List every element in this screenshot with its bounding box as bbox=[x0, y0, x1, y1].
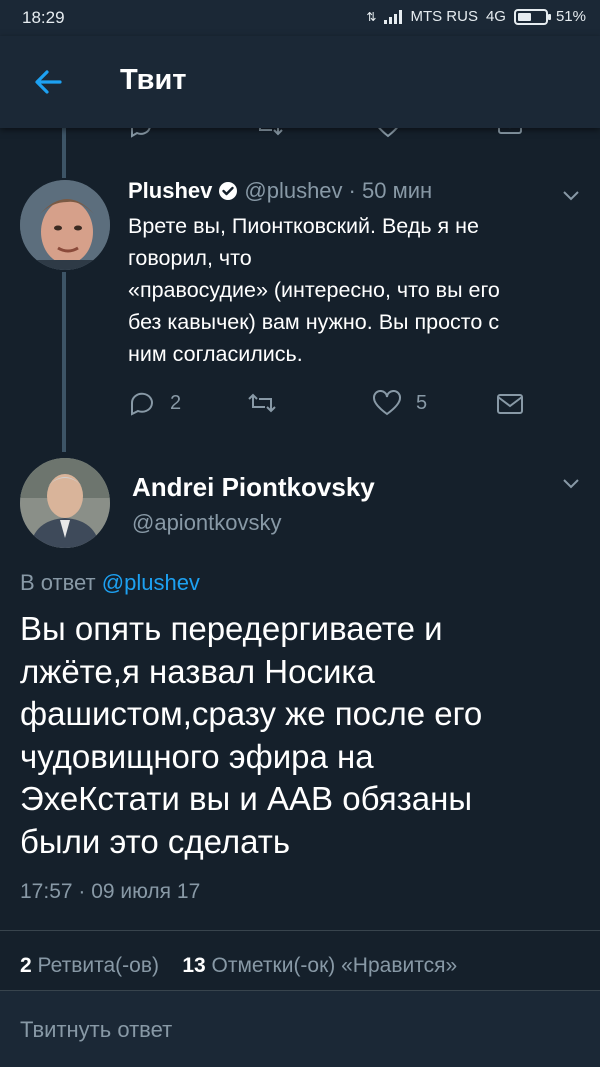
reply-prefix: В ответ bbox=[20, 570, 96, 595]
network-label: 4G bbox=[485, 8, 506, 25]
chevron-down-icon[interactable] bbox=[560, 184, 582, 206]
reply-input-placeholder[interactable]: Твитнуть ответ bbox=[20, 1017, 172, 1043]
tweet-text-line: ним согласились. bbox=[128, 342, 303, 366]
avatar[interactable] bbox=[20, 458, 110, 548]
author-name[interactable]: Plushev bbox=[128, 178, 212, 204]
tweet-text-line: фашистом,сразу же после его bbox=[20, 695, 483, 732]
thread-line bbox=[62, 272, 66, 452]
tweet-text-line: были это сделать bbox=[20, 822, 291, 860]
battery-icon bbox=[513, 8, 551, 25]
reply-button[interactable]: 2 bbox=[128, 390, 181, 416]
tweet-timestamp: 17:57 · 09 июля 17 bbox=[20, 880, 201, 903]
battery-fill bbox=[517, 12, 531, 21]
tweet-stats: 2 Ретвита(-ов) 13 Отметки(-ок) «Нравится… bbox=[20, 954, 457, 978]
tweet-text-line: Вы опять передергиваете и bbox=[20, 610, 443, 647]
retweet-label: Ретвита(-ов) bbox=[37, 954, 159, 977]
arrow-left-icon[interactable] bbox=[30, 64, 66, 100]
carrier-label: MTS RUS bbox=[410, 8, 478, 25]
direct-message-button[interactable] bbox=[496, 392, 524, 416]
tweet-text-line: Врете вы, Пионтковский. Ведь я не bbox=[128, 214, 479, 238]
divider bbox=[0, 930, 600, 931]
retweets-stat[interactable]: 2 Ретвита(-ов) bbox=[20, 954, 159, 977]
like-count: 5 bbox=[416, 391, 428, 414]
avatar[interactable] bbox=[20, 180, 110, 270]
tweet-text-line: ЭхеКстати вы и ААВ обязаны bbox=[20, 780, 473, 817]
like-label: Отметки(-ок) «Нравится» bbox=[211, 954, 458, 977]
tweet-text-line: «правосудие» (интересно, что вы его bbox=[128, 278, 500, 302]
tweet-text-line: лжёте,я назвал Носика bbox=[20, 652, 375, 690]
retweet-icon bbox=[248, 393, 276, 413]
reply-composer[interactable]: Твитнуть ответ bbox=[0, 990, 600, 1067]
status-indicators: ⇅ MTS RUS 4G 51% bbox=[366, 8, 586, 25]
app-bar: Твит bbox=[0, 36, 600, 128]
signal-icon bbox=[384, 9, 403, 24]
status-bar: 18:29 ⇅ MTS RUS 4G 51% bbox=[0, 0, 600, 36]
author-name[interactable]: Andrei Piontkovsky bbox=[132, 472, 375, 503]
message-icon bbox=[497, 394, 523, 414]
thread-line bbox=[62, 128, 66, 178]
heart-icon bbox=[373, 390, 401, 416]
retweet-total: 2 bbox=[20, 954, 32, 977]
battery-percent: 51% bbox=[555, 8, 586, 25]
author-handle[interactable]: @plushev bbox=[244, 178, 342, 204]
like-total: 13 bbox=[182, 954, 206, 977]
tweet-text: Вы опять передергиваете и лжёте,я назвал… bbox=[20, 608, 590, 863]
tweet-text: Врете вы, Пионтковский. Ведь я не говори… bbox=[128, 210, 568, 370]
data-transfer-icon: ⇅ bbox=[366, 9, 377, 24]
tweet-text-line: без кавычек) вам нужно. Вы просто с bbox=[128, 310, 500, 334]
tweet-header: Plushev @plushev · 50 мин bbox=[128, 178, 432, 204]
chevron-down-icon[interactable] bbox=[560, 472, 582, 494]
tweet-age: · 50 мин bbox=[348, 178, 433, 203]
page-title: Твит bbox=[120, 64, 187, 96]
reply-count: 2 bbox=[170, 391, 182, 414]
likes-stat[interactable]: 13 Отметки(-ок) «Нравится» bbox=[182, 954, 457, 977]
like-button[interactable]: 5 bbox=[372, 390, 427, 416]
reply-context: В ответ @plushev bbox=[20, 570, 200, 596]
retweet-button[interactable] bbox=[246, 390, 292, 416]
verified-badge-icon bbox=[219, 182, 238, 200]
reply-icon bbox=[130, 392, 153, 416]
status-time: 18:29 bbox=[22, 8, 65, 27]
tweet-text-line: чудовищного эфира на bbox=[20, 737, 374, 775]
author-handle[interactable]: @apiontkovsky bbox=[132, 510, 282, 536]
mention-link[interactable]: @plushev bbox=[102, 570, 200, 595]
tweet-text-line: говорил, что bbox=[128, 246, 252, 270]
